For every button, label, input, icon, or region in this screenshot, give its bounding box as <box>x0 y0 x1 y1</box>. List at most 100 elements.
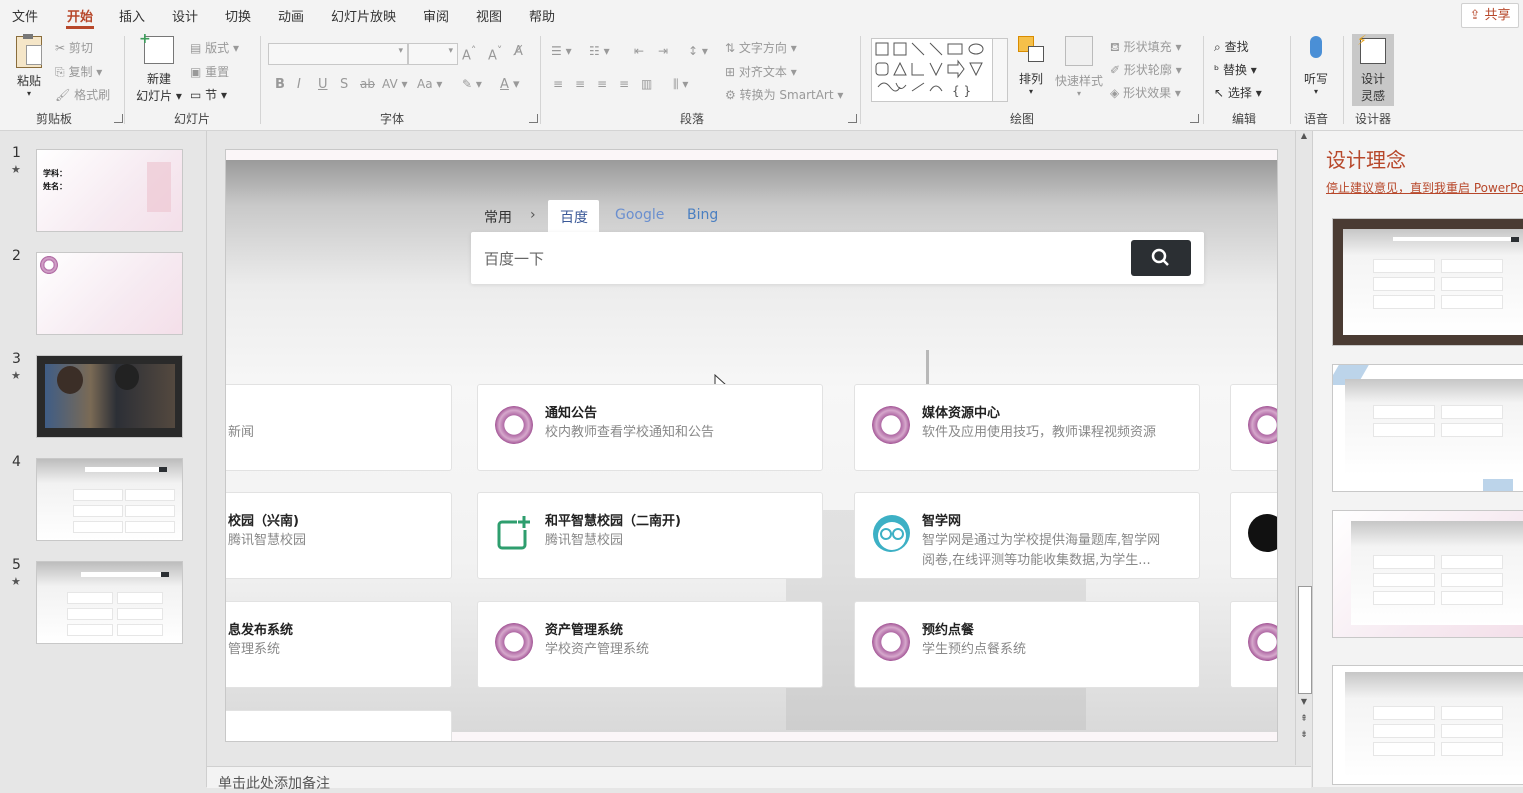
link-card-campus[interactable]: 和平智慧校园（二南开) 腾讯智慧校园 <box>477 492 823 579</box>
align-right-icon[interactable]: ≡ <box>597 77 607 91</box>
design-idea-3[interactable] <box>1332 510 1523 638</box>
seal-watermark <box>147 162 171 212</box>
share-button[interactable]: ⇪ 共享 <box>1461 3 1519 28</box>
scroll-up-icon[interactable]: ▲ <box>1298 131 1310 141</box>
highlight-icon[interactable]: ✎ ▾ <box>462 77 482 91</box>
font-color-icon[interactable]: A ▾ <box>500 77 520 92</box>
align-center-icon[interactable]: ≡ <box>575 77 585 91</box>
justify-icon[interactable]: ≡ <box>619 77 629 91</box>
design-idea-4[interactable] <box>1332 665 1523 785</box>
link-card-zhixue[interactable]: 智学网 智学网是通过为学校提供海量题库,智学网 阅卷,在线评测等功能收集数据,为… <box>854 492 1200 579</box>
link-card-media[interactable]: 媒体资源中心 软件及应用使用技巧，教师课程视频资源 <box>854 384 1200 471</box>
link-card[interactable] <box>226 710 452 741</box>
link-card[interactable]: 息发布系统 管理系统 <box>226 601 452 688</box>
search-input[interactable]: 百度一下 <box>471 232 1204 284</box>
design-idea-1[interactable] <box>1332 218 1523 346</box>
dictate-button[interactable]: 听写 ▾ <box>1298 36 1334 96</box>
menu-help[interactable]: 帮助 <box>529 6 555 25</box>
dialog-launcher-icon[interactable] <box>114 114 123 123</box>
tab-google[interactable]: Google <box>615 207 664 223</box>
shapes-scroll[interactable] <box>992 38 1008 102</box>
link-card-meals[interactable]: 预约点餐 学生预约点餐系统 <box>854 601 1200 688</box>
shapes-gallery[interactable]: { } <box>871 38 993 102</box>
shadow-button[interactable]: S <box>340 77 348 92</box>
font-shrink-button[interactable]: A˅ <box>488 44 502 63</box>
find-button[interactable]: ⌕ 查找 <box>1214 38 1249 55</box>
link-card[interactable]: 校园（兴南) 腾讯智慧校园 <box>226 492 452 579</box>
shape-effects-button[interactable]: ◈ 形状效果 ▾ <box>1110 84 1181 101</box>
current-slide[interactable]: 常用 › 百度 Google Bing 百度一下 新闻 通知公告 校内教师查看学… <box>226 150 1277 741</box>
align-text-button[interactable]: ⊞ 对齐文本 ▾ <box>725 63 797 80</box>
menu-view[interactable]: 视图 <box>476 6 502 25</box>
quick-styles-button[interactable]: 快速样式 ▾ <box>1054 36 1104 98</box>
menu-review[interactable]: 审阅 <box>423 6 449 25</box>
link-card[interactable] <box>1230 492 1277 579</box>
notes-pane[interactable]: 单击此处添加备注 <box>207 766 1311 792</box>
scroll-down-icon[interactable]: ▼ <box>1298 697 1310 707</box>
copy-button[interactable]: ⎘ 复制 ▾ <box>55 63 102 80</box>
select-button[interactable]: ↖ 选择 ▾ <box>1214 84 1262 101</box>
slide-scrollbar[interactable]: ▲ ▼ ⇞ ⇟ <box>1295 131 1312 765</box>
new-slide-button[interactable]: + 新建 幻灯片 ▾ <box>134 31 184 104</box>
link-card[interactable] <box>1230 601 1277 688</box>
slide-thumbnail-3[interactable] <box>36 355 183 438</box>
dialog-launcher-icon[interactable] <box>529 114 538 123</box>
char-spacing-button[interactable]: AV ▾ <box>382 77 408 91</box>
tab-bing[interactable]: Bing <box>687 207 718 223</box>
paste-button[interactable]: 粘贴 ▾ <box>12 34 46 98</box>
design-ideas-button[interactable]: ⚡ 设计 灵感 <box>1352 33 1394 106</box>
link-card-assets[interactable]: 资产管理系统 学校资产管理系统 <box>477 601 823 688</box>
layout-button[interactable]: ▤ 版式 ▾ <box>190 39 239 56</box>
bullets-icon[interactable]: ☰ ▾ <box>551 44 572 58</box>
menu-design[interactable]: 设计 <box>172 6 198 25</box>
slide-thumbnail-5[interactable] <box>36 561 183 644</box>
slide-thumbnail-1[interactable]: 学科： 姓名： <box>36 149 183 232</box>
distribute-icon[interactable]: ▥ <box>641 77 652 91</box>
reset-button[interactable]: ▣ 重置 <box>190 63 229 80</box>
replace-button[interactable]: ᵇ 替换 ▾ <box>1214 61 1257 78</box>
shape-outline-button[interactable]: ✐ 形状轮廓 ▾ <box>1110 61 1182 78</box>
search-button[interactable] <box>1131 240 1191 276</box>
change-case-button[interactable]: Aa ▾ <box>417 77 442 91</box>
arrange-button[interactable]: 排列 ▾ <box>1014 36 1048 96</box>
link-card-notice[interactable]: 通知公告 校内教师查看学校通知和公告 <box>477 384 823 471</box>
scroll-thumb[interactable] <box>1298 586 1312 694</box>
font-grow-button[interactable]: A˄ <box>462 44 476 63</box>
format-painter-button[interactable]: 🖌 格式刷 <box>55 86 110 103</box>
italic-button[interactable]: I <box>297 77 301 92</box>
next-slide-icon[interactable]: ⇟ <box>1298 730 1310 742</box>
link-card[interactable]: 新闻 <box>226 384 452 471</box>
slide-thumbnail-4[interactable] <box>36 458 183 541</box>
increase-indent-icon[interactable]: ⇥ <box>658 44 668 58</box>
link-card[interactable] <box>1230 384 1277 471</box>
decrease-indent-icon[interactable]: ⇤ <box>634 44 644 58</box>
stop-suggestions-link[interactable]: 停止建议意见，直到我重启 PowerPo <box>1326 179 1523 196</box>
menu-slideshow[interactable]: 幻灯片放映 <box>331 6 396 25</box>
clear-format-icon[interactable]: A̸ <box>514 44 523 59</box>
convert-smartart-button[interactable]: ⚙ 转换为 SmartArt ▾ <box>725 86 843 103</box>
font-size-select[interactable]: ▾ <box>408 43 458 65</box>
shape-fill-button[interactable]: ⛾ 形状填充 ▾ <box>1110 38 1182 56</box>
menu-home[interactable]: 开始 <box>67 6 93 25</box>
bold-button[interactable]: B <box>275 77 285 92</box>
underline-button[interactable]: U <box>318 77 328 92</box>
dialog-launcher-icon[interactable] <box>848 114 857 123</box>
menu-insert[interactable]: 插入 <box>119 6 145 25</box>
slide-thumbnail-2[interactable] <box>36 252 183 335</box>
columns-icon[interactable]: ⫼ ▾ <box>673 77 688 92</box>
line-spacing-icon[interactable]: ↕ ▾ <box>688 44 708 58</box>
cut-button[interactable]: ✂ 剪切 <box>55 39 93 56</box>
previous-slide-icon[interactable]: ⇞ <box>1298 714 1310 726</box>
tab-baidu[interactable]: 百度 <box>548 200 599 232</box>
numbering-icon[interactable]: ☷ ▾ <box>589 44 610 58</box>
menu-file[interactable]: 文件 <box>12 6 38 25</box>
menu-animations[interactable]: 动画 <box>278 6 304 25</box>
dialog-launcher-icon[interactable] <box>1190 114 1199 123</box>
text-direction-button[interactable]: ⇅ 文字方向 ▾ <box>725 39 797 56</box>
menu-transitions[interactable]: 切换 <box>225 6 251 25</box>
strikethrough-button[interactable]: ab <box>360 77 375 91</box>
section-button[interactable]: ▭ 节 ▾ <box>190 86 227 103</box>
design-idea-2[interactable] <box>1332 364 1523 492</box>
font-name-select[interactable]: ▾ <box>268 43 408 65</box>
align-left-icon[interactable]: ≡ <box>553 77 563 91</box>
